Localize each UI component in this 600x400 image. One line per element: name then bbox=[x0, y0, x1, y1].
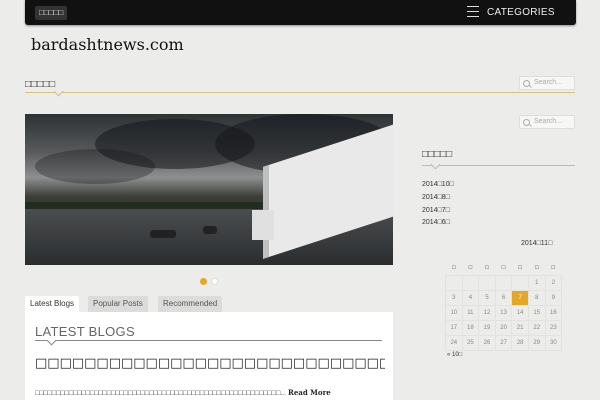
calendar-day: 24 bbox=[445, 335, 463, 351]
calendar-prev-month-link[interactable]: « 10□ bbox=[447, 352, 462, 358]
calendar-week-row: 10 11 12 13 14 15 16 bbox=[445, 305, 563, 321]
calendar-week-row: 17 18 19 20 21 22 23 bbox=[445, 320, 563, 336]
calendar-day bbox=[445, 275, 463, 291]
calendar-day bbox=[494, 275, 513, 291]
tab-recommended[interactable]: Recommended bbox=[158, 296, 223, 312]
calendar-day: 4 bbox=[461, 290, 480, 306]
calendar-day: 3 bbox=[445, 290, 463, 306]
calendar-weekday: □ bbox=[551, 265, 556, 271]
search-icon bbox=[523, 119, 530, 126]
slide-cloud bbox=[35, 149, 155, 184]
calendar-day: 14 bbox=[511, 305, 529, 321]
calendar-weekday: □ bbox=[501, 265, 506, 271]
site-title[interactable]: bardashtnews.com bbox=[31, 35, 184, 54]
archive-link[interactable]: 2014□7□ bbox=[422, 207, 450, 214]
search-icon bbox=[523, 80, 530, 87]
calendar-day: 7 bbox=[511, 290, 529, 306]
calendar-day: 18 bbox=[461, 320, 480, 336]
categories-menu-button[interactable]: CATEGORIES bbox=[487, 7, 555, 18]
divider-notch bbox=[53, 86, 64, 97]
calendar-day: 11 bbox=[461, 305, 480, 321]
home-menu-button[interactable]: □□□□□ bbox=[35, 6, 68, 20]
archive-divider-notch bbox=[430, 159, 441, 170]
calendar-day: 2 bbox=[544, 275, 563, 291]
calendar-day: 12 bbox=[478, 305, 496, 321]
top-navbar: □□□□□ CATEGORIES bbox=[25, 0, 576, 25]
calendar-day: 20 bbox=[494, 320, 513, 336]
archive-divider bbox=[422, 165, 575, 166]
archive-link[interactable]: 2014□10□ bbox=[422, 181, 454, 188]
calendar-day: 22 bbox=[527, 320, 546, 336]
calendar-day: 8 bbox=[527, 290, 546, 306]
slide-truck-cab bbox=[252, 210, 274, 240]
tab-popular-posts[interactable]: Popular Posts bbox=[88, 296, 148, 312]
calendar-day: 13 bbox=[494, 305, 513, 321]
calendar-week-row: 3456789 bbox=[445, 290, 563, 306]
calendar-day bbox=[511, 275, 529, 291]
calendar-day: 30 bbox=[544, 335, 563, 351]
calendar-week-row: 24 25 26 27 28 29 30 bbox=[445, 335, 563, 351]
calendar-day: 1 bbox=[527, 275, 546, 291]
page-section-heading: □□□□□ bbox=[25, 79, 56, 90]
featured-image-slider[interactable] bbox=[25, 114, 393, 265]
calendar-day: 28 bbox=[511, 335, 529, 351]
section-divider bbox=[25, 92, 575, 93]
search-placeholder: Search... bbox=[534, 118, 563, 125]
tab-latest-blogs[interactable]: Latest Blogs bbox=[25, 296, 80, 312]
calendar-day: 5 bbox=[478, 290, 496, 306]
slider-dot[interactable] bbox=[211, 278, 218, 285]
calendar-week-row: 12 bbox=[445, 275, 563, 291]
calendar-day: 19 bbox=[478, 320, 496, 336]
calendar-day: 25 bbox=[461, 335, 480, 351]
calendar-day: 27 bbox=[494, 335, 513, 351]
sidebar-search-input[interactable]: Search... bbox=[519, 115, 575, 129]
calendar-day: 21 bbox=[511, 320, 529, 336]
calendar-day bbox=[478, 275, 496, 291]
calendar-day: 26 bbox=[478, 335, 496, 351]
read-more-link[interactable]: Read More bbox=[288, 388, 331, 397]
calendar-day bbox=[461, 275, 480, 291]
calendar-day: 17 bbox=[445, 320, 463, 336]
panel-divider bbox=[35, 340, 382, 341]
calendar-weekday-row: □ □ □ □ □ □ □ bbox=[446, 261, 562, 276]
post-excerpt: □□□□□□□□□□□□□□□□□□□□□□□□□□□□□□□□□□□□□□□□… bbox=[35, 388, 331, 397]
post-title-link[interactable]: □□□□□□□□□□□□□□□□□□□□□□□□□□□□□□□□□□□□□□□□… bbox=[35, 356, 385, 371]
slide-car bbox=[150, 230, 176, 238]
header-search-input[interactable]: Search... bbox=[519, 76, 575, 90]
calendar-day: 16 bbox=[544, 305, 563, 321]
calendar-day: 9 bbox=[544, 290, 563, 306]
calendar-weekday: □ bbox=[451, 265, 456, 271]
calendar-day: 23 bbox=[544, 320, 563, 336]
calendar-weekday: □ bbox=[468, 265, 473, 271]
calendar-body: 1 2 3 4 5 6 7 8 9 10 11 12 13 14 15 16 17 18 19 20 21 22 23 24 2… bbox=[445, 275, 563, 351]
calendar-caption: 2014□11□ bbox=[521, 240, 553, 247]
hamburger-menu-icon[interactable] bbox=[467, 6, 479, 17]
archive-heading: □□□□□ bbox=[422, 149, 453, 160]
calendar-weekday: □ bbox=[534, 265, 539, 271]
archive-link[interactable]: 2014□6□ bbox=[422, 219, 450, 226]
latest-blogs-panel: LATEST BLOGS □□□□□□□□□□□□□□□□□□□□□□□□□□□… bbox=[25, 312, 393, 400]
calendar-day: 15 bbox=[527, 305, 546, 321]
calendar-day: 29 bbox=[527, 335, 546, 351]
search-placeholder: Search... bbox=[534, 79, 563, 86]
calendar-weekday: □ bbox=[518, 265, 522, 271]
slider-dot[interactable] bbox=[200, 278, 207, 285]
slide-car bbox=[203, 226, 217, 234]
archive-link[interactable]: 2014□8□ bbox=[422, 194, 450, 201]
calendar-day: 10 bbox=[445, 305, 463, 321]
post-excerpt-text: □□□□□□□□□□□□□□□□□□□□□□□□□□□□□□□□□□□□□□□□… bbox=[35, 390, 287, 397]
calendar-day: 6 bbox=[494, 290, 513, 306]
calendar-table: □ □ □ □ □ □ □ 1 2 3 4 5 6 7 8 9 10 11 12 13 14 15 16 17 1… bbox=[445, 261, 563, 351]
calendar-weekday: □ bbox=[485, 265, 489, 271]
